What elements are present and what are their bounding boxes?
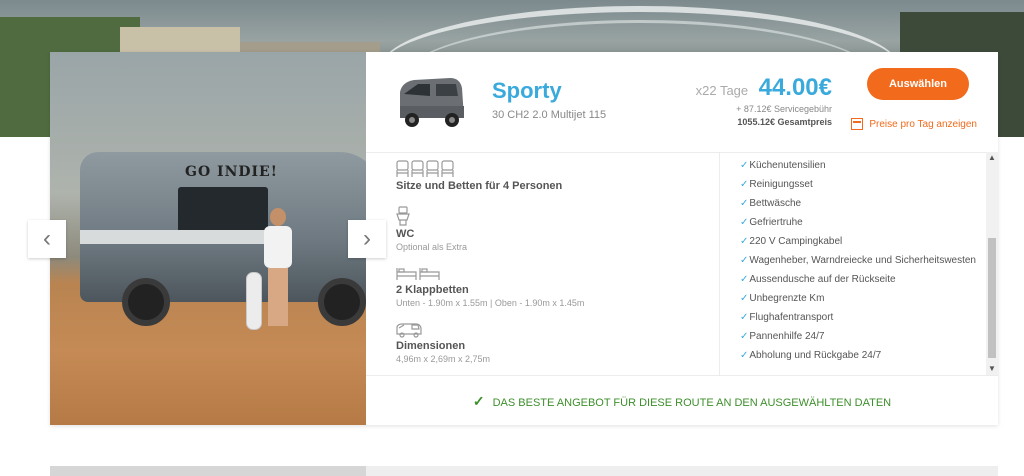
price-block: x22 Tage 44.00€ + 87.12€ Servicegebühr 1… — [696, 74, 832, 127]
equipment-item: ✓Abholung und Rückgabe 24/7 — [740, 350, 980, 361]
scroll-down-arrow-icon[interactable]: ▼ — [986, 363, 998, 375]
check-icon: ✓ — [740, 236, 749, 247]
vehicle-details: Sitze und Betten für 4 Personen WC Optio… — [366, 152, 998, 375]
select-button[interactable]: Auswählen — [867, 68, 969, 100]
equipment-label: Flughafentransport — [749, 312, 834, 323]
feature-wc: WC Optional als Extra — [396, 206, 716, 252]
feature-subtitle: Optional als Extra — [396, 242, 468, 252]
vehicle-card: GO INDIE! ‹ › Sporty 30 CH2 2.0 Multijet… — [28, 52, 998, 426]
check-icon: ✓ — [740, 331, 749, 342]
equipment-item: ✓Wagenheber, Warndreiecke und Sicherheit… — [740, 255, 980, 266]
best-offer-text: DAS BESTE ANGEBOT FÜR DIESE ROUTE AN DEN… — [492, 397, 892, 409]
seat-icon — [396, 158, 716, 178]
equipment-item: ✓Flughafentransport — [740, 312, 980, 323]
check-icon: ✓ — [740, 198, 749, 209]
vehicle-header: Sporty 30 CH2 2.0 Multijet 115 x22 Tage … — [366, 52, 998, 153]
equipment-item: ✓Pannenhilfe 24/7 — [740, 331, 980, 342]
check-icon: ✓ — [740, 255, 749, 266]
equipment-label: Gefriertruhe — [749, 217, 803, 228]
equipment-label: Bettwäsche — [749, 198, 802, 209]
daily-price: 44.00€ — [758, 74, 832, 101]
next-vehicle-card — [50, 466, 998, 476]
check-icon: ✓ — [740, 293, 749, 304]
equipment-label: 220 V Campingkabel — [749, 236, 843, 247]
equipment-item: ✓Aussendusche auf der Rückseite — [740, 274, 980, 285]
check-icon: ✓ — [740, 217, 749, 228]
scrollbar-thumb[interactable] — [988, 238, 996, 358]
feature-title: WC — [396, 228, 415, 240]
equipment-list: ✓Küchenutensilien ✓Reinigungsset ✓Bettwäsc… — [740, 160, 980, 369]
van-wheel — [122, 278, 170, 326]
van-wheel — [318, 278, 366, 326]
skateboard — [246, 272, 262, 330]
check-icon: ✓ — [740, 350, 749, 361]
feature-title: Sitze und Betten für 4 Personen — [396, 180, 563, 192]
feature-subtitle: 4,96m x 2,69m x 2,75m — [396, 354, 491, 364]
van-stripe — [80, 230, 280, 244]
equipment-label: Unbegrenzte Km — [749, 293, 825, 304]
person — [264, 208, 292, 328]
scroll-up-arrow-icon[interactable]: ▲ — [986, 152, 998, 164]
rental-days: x22 Tage — [695, 83, 749, 98]
vehicle-photo: GO INDIE! — [50, 52, 366, 425]
equipment-item: ✓Gefriertruhe — [740, 217, 980, 228]
equipment-label: Abholung und Rückgabe 24/7 — [749, 350, 882, 361]
equipment-label: Pannenhilfe 24/7 — [749, 331, 825, 342]
chevron-left-icon: ‹ — [43, 225, 51, 252]
equipment-item: ✓220 V Campingkabel — [740, 236, 980, 247]
feature-beds: 2 Klappbetten Unten - 1.90m x 1.55m | Ob… — [396, 262, 716, 308]
bed-icon — [396, 262, 716, 282]
feature-title: 2 Klappbetten — [396, 284, 469, 296]
feature-dimensions: Dimensionen 4,96m x 2,69m x 2,75m — [396, 318, 716, 364]
check-icon: ✓ — [740, 312, 749, 323]
check-icon: ✓ — [472, 393, 485, 409]
equipment-label: Küchenutensilien — [749, 160, 826, 171]
next-vehicle-photo — [50, 466, 366, 476]
service-fee: + 87.12€ Servicegebühr — [736, 104, 832, 114]
check-icon: ✓ — [740, 160, 749, 171]
daily-prices-label: Preise pro Tag anzeigen — [869, 118, 977, 130]
column-divider — [719, 152, 720, 375]
equipment-item: ✓Reinigungsset — [740, 179, 980, 190]
feature-seats: Sitze und Betten für 4 Personen — [396, 158, 716, 192]
check-icon: ✓ — [740, 179, 749, 190]
calendar-icon — [851, 118, 864, 130]
equipment-label: Aussendusche auf der Rückseite — [749, 274, 896, 285]
equipment-item: ✓Bettwäsche — [740, 198, 980, 209]
total-price: 1055.12€ Gesamtpreis — [737, 117, 832, 127]
van-thumbnail-icon — [400, 78, 464, 127]
van-lettering: GO INDIE! — [185, 164, 278, 180]
feature-title: Dimensionen — [396, 340, 466, 352]
prev-photo-button[interactable]: ‹ — [28, 220, 66, 258]
vehicle-model: 30 CH2 2.0 Multijet 115 — [492, 109, 607, 121]
toilet-icon — [396, 206, 716, 226]
equipment-item: ✓Unbegrenzte Km — [740, 293, 980, 304]
feature-list: Sitze und Betten für 4 Personen WC Optio… — [396, 158, 716, 374]
equipment-item: ✓Küchenutensilien — [740, 160, 980, 171]
vehicle-name: Sporty — [492, 78, 562, 103]
check-icon: ✓ — [740, 274, 749, 285]
feature-subtitle: Unten - 1.90m x 1.55m | Oben - 1.90m x 1… — [396, 298, 585, 308]
equipment-label: Wagenheber, Warndreiecke und Sicherheits… — [749, 255, 976, 266]
best-offer-banner: ✓ DAS BESTE ANGEBOT FÜR DIESE ROUTE AN DE… — [366, 375, 998, 426]
dimensions-icon — [396, 318, 716, 338]
daily-prices-link[interactable]: Preise pro Tag anzeigen — [851, 118, 977, 130]
equipment-label: Reinigungsset — [749, 179, 813, 190]
details-scrollbar[interactable]: ▲ ▼ — [986, 152, 998, 375]
